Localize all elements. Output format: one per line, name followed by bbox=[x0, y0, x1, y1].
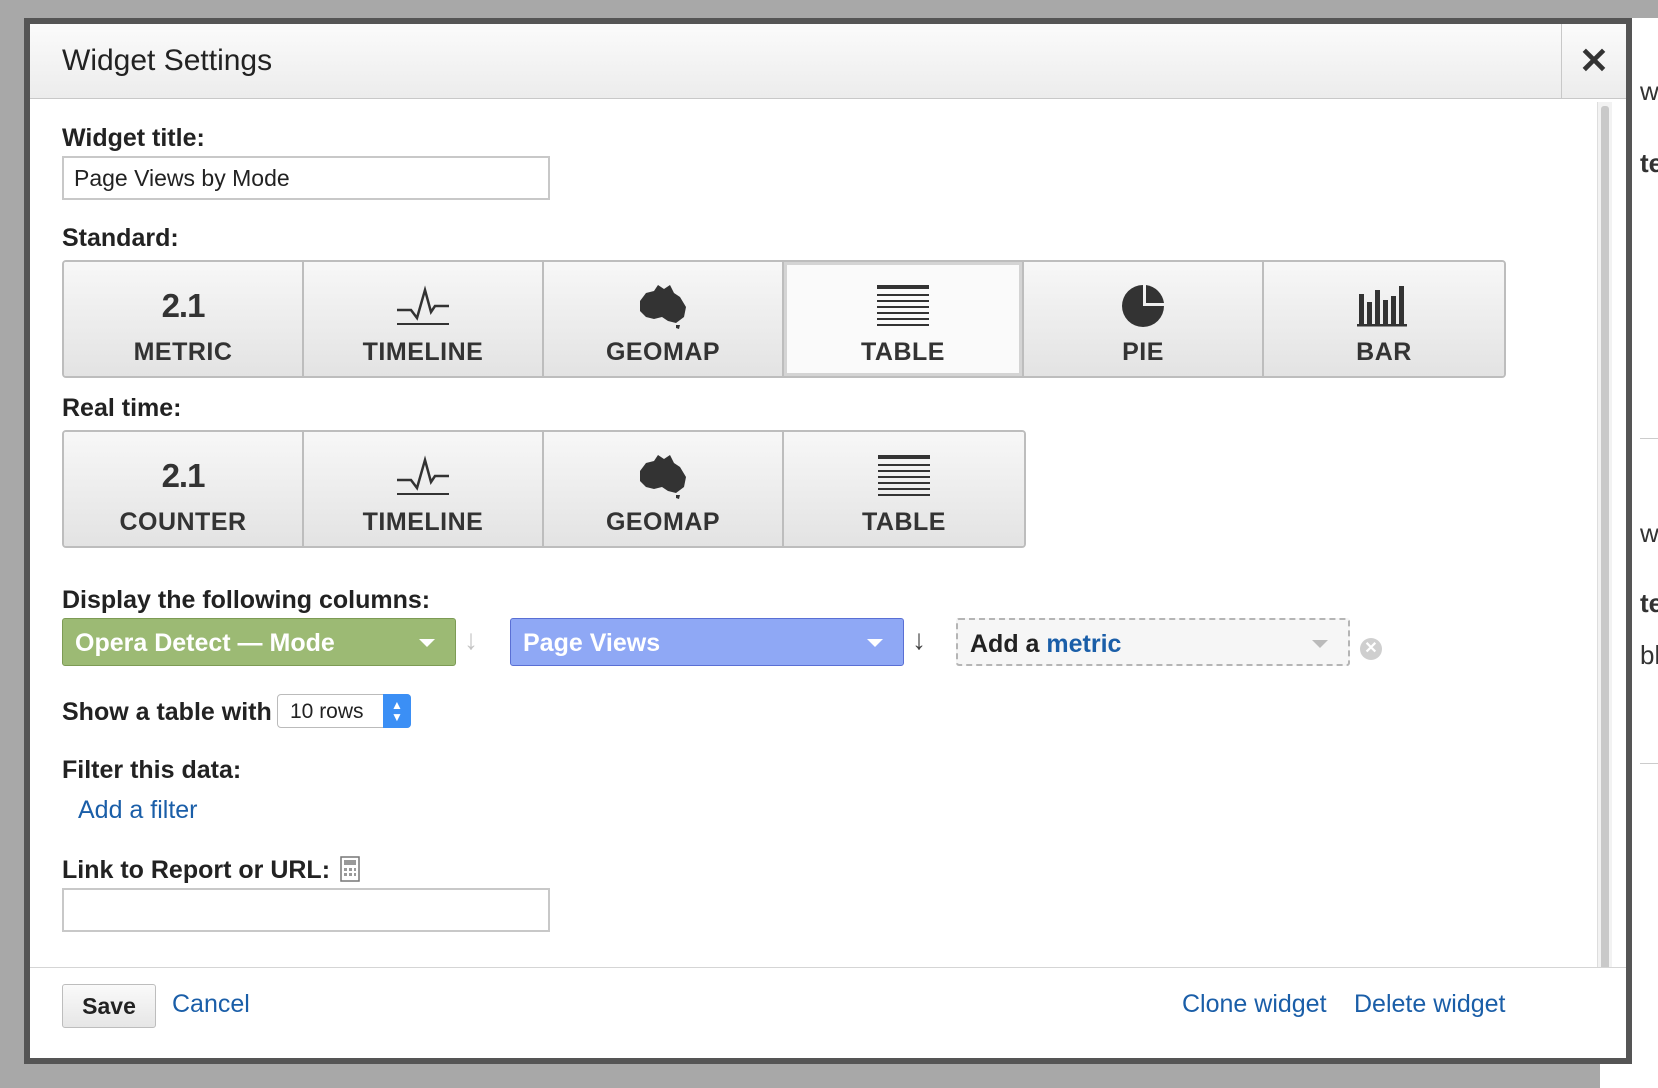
australia-map-icon bbox=[636, 452, 690, 500]
viz-label: TABLE bbox=[862, 508, 946, 536]
move-down-arrow-icon[interactable]: ↓ bbox=[912, 624, 926, 656]
link-url-input[interactable] bbox=[62, 888, 550, 932]
standard-label: Standard: bbox=[62, 224, 179, 252]
counter-2.1-icon: 2.1 bbox=[161, 457, 206, 494]
dialog-titlebar: Widget Settings ✕ bbox=[30, 24, 1626, 99]
background-divider bbox=[1640, 763, 1658, 764]
chevron-down-icon bbox=[1312, 640, 1328, 648]
viz-metric-button[interactable]: 2.1 METRIC bbox=[64, 262, 304, 376]
background-text: w bbox=[1640, 518, 1658, 548]
add-metric-link[interactable]: metric bbox=[1046, 630, 1121, 658]
columns-label: Display the following columns: bbox=[62, 586, 431, 614]
chevron-down-icon bbox=[419, 639, 435, 647]
filter-label: Filter this data: bbox=[62, 756, 242, 784]
table-icon bbox=[877, 452, 931, 500]
viz-label: COUNTER bbox=[119, 508, 247, 536]
widget-settings-dialog: Widget Settings ✕ Widget title: Standard… bbox=[24, 18, 1632, 1064]
viz-label: METRIC bbox=[133, 338, 233, 366]
add-metric-dropdown[interactable]: Add a metric bbox=[956, 618, 1350, 666]
viz-label: GEOMAP bbox=[605, 338, 721, 366]
realtime-label: Real time: bbox=[62, 394, 182, 422]
clone-widget-link[interactable]: Clone widget bbox=[1182, 990, 1327, 1019]
background-text: te bbox=[1640, 148, 1658, 178]
metric-dropdown[interactable]: Page Views bbox=[510, 618, 904, 666]
cancel-link[interactable]: Cancel bbox=[172, 990, 250, 1019]
select-stepper-icon: ▲ ▼ bbox=[383, 694, 411, 728]
viz-label: PIE bbox=[1122, 338, 1164, 366]
rows-select[interactable]: 10 rows ▲ ▼ bbox=[277, 694, 411, 728]
pie-chart-icon bbox=[1121, 282, 1165, 330]
realtime-visualization-options: 2.1 COUNTER TIMELINE GEOMAP TABLE bbox=[62, 430, 1026, 548]
chevron-down-icon bbox=[867, 639, 883, 647]
background-divider bbox=[1640, 438, 1658, 439]
background-text: te bbox=[1640, 588, 1658, 618]
viz-label: TIMELINE bbox=[362, 338, 484, 366]
add-metric-prefix: Add a bbox=[970, 630, 1040, 658]
viz-realtime-timeline-button[interactable]: TIMELINE bbox=[304, 432, 544, 546]
rows-label: Show a table with bbox=[62, 698, 272, 726]
remove-column-icon[interactable]: ✕ bbox=[1360, 638, 1382, 660]
viz-counter-button[interactable]: 2.1 COUNTER bbox=[64, 432, 304, 546]
australia-map-icon bbox=[636, 282, 690, 330]
timeline-icon bbox=[395, 452, 451, 500]
scrollbar-thumb[interactable] bbox=[1601, 106, 1609, 980]
bar-chart-icon bbox=[1357, 282, 1411, 330]
viz-label: TABLE bbox=[861, 338, 945, 366]
viz-bar-button[interactable]: BAR bbox=[1264, 262, 1504, 376]
dimension-value: Opera Detect — Mode bbox=[75, 629, 335, 657]
move-down-arrow-icon[interactable]: ↓ bbox=[464, 624, 478, 656]
viz-geomap-button[interactable]: GEOMAP bbox=[544, 262, 784, 376]
background-text: w bbox=[1640, 76, 1658, 106]
viz-timeline-button[interactable]: TIMELINE bbox=[304, 262, 544, 376]
rows-value: 10 rows bbox=[290, 700, 364, 723]
metric-2.1-icon: 2.1 bbox=[161, 287, 206, 324]
calculator-icon[interactable] bbox=[340, 856, 360, 887]
close-icon: ✕ bbox=[1578, 40, 1610, 81]
standard-visualization-options: 2.1 METRIC TIMELINE GEOMAP TABLE PIE BAR bbox=[62, 260, 1506, 378]
table-icon bbox=[876, 282, 930, 330]
widget-title-label: Widget title: bbox=[62, 124, 205, 152]
viz-label: GEOMAP bbox=[605, 508, 721, 536]
dialog-scrollbar[interactable] bbox=[1597, 102, 1612, 984]
widget-title-input[interactable] bbox=[62, 156, 550, 200]
dialog-title: Widget Settings bbox=[62, 44, 273, 77]
viz-pie-button[interactable]: PIE bbox=[1024, 262, 1264, 376]
viz-label: BAR bbox=[1356, 338, 1412, 366]
viz-table-button[interactable]: TABLE bbox=[784, 262, 1024, 376]
link-label: Link to Report or URL: bbox=[62, 856, 331, 884]
viz-label: TIMELINE bbox=[362, 508, 484, 536]
viz-realtime-table-button[interactable]: TABLE bbox=[784, 432, 1024, 546]
save-button[interactable]: Save bbox=[62, 984, 156, 1028]
dimension-dropdown[interactable]: Opera Detect — Mode bbox=[62, 618, 456, 666]
background-text: bl bbox=[1640, 640, 1658, 670]
timeline-icon bbox=[395, 282, 451, 330]
viz-realtime-geomap-button[interactable]: GEOMAP bbox=[544, 432, 784, 546]
close-button[interactable]: ✕ bbox=[1561, 24, 1626, 98]
delete-widget-link[interactable]: Delete widget bbox=[1354, 990, 1505, 1019]
metric-value: Page Views bbox=[523, 629, 661, 657]
add-filter-link[interactable]: Add a filter bbox=[78, 796, 198, 825]
dialog-footer: Save Cancel Clone widget Delete widget bbox=[30, 967, 1626, 1058]
